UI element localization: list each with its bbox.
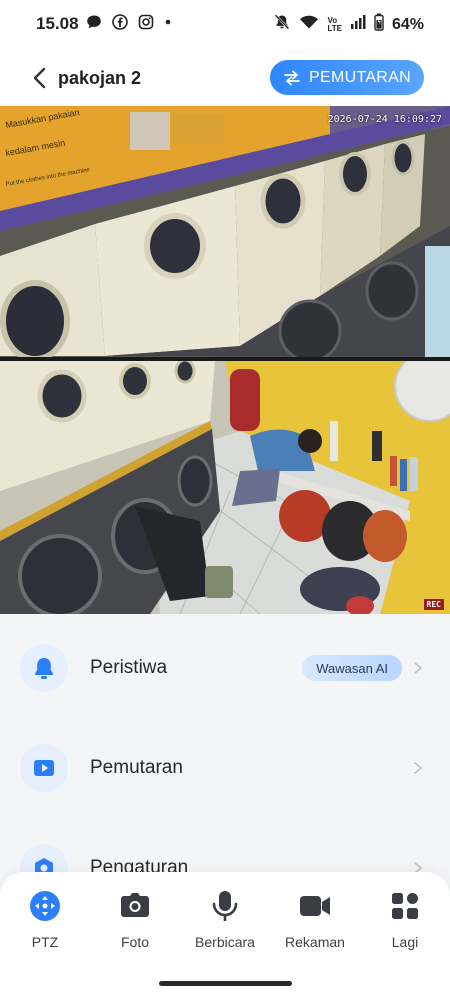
- camera-1-scene: Masukkan pakaian kedalam mesin Put the c…: [0, 106, 450, 357]
- ptz-icon: [27, 888, 63, 924]
- wifi-icon: [299, 14, 319, 35]
- bottom-toolbar: PTZ Foto Berbicara Rekaman Lagi: [0, 872, 450, 1000]
- chevron-right-icon: [414, 662, 422, 674]
- home-indicator[interactable]: [159, 981, 292, 986]
- live-video-view[interactable]: Masukkan pakaian kedalam mesin Put the c…: [0, 106, 450, 614]
- camera-icon: [117, 888, 153, 924]
- menu-label-pemutaran: Pemutaran: [90, 757, 183, 778]
- playback-button[interactable]: PEMUTARAN: [270, 60, 424, 95]
- settings-icon: [35, 858, 53, 872]
- battery-percent: 64%: [391, 15, 424, 33]
- chat-notification-icon: [86, 14, 102, 35]
- toolbar-berbicara[interactable]: Berbicara: [185, 888, 265, 950]
- chevron-right-icon: [414, 762, 422, 774]
- swap-arrows-icon: [284, 70, 300, 85]
- more-grid-icon: [387, 888, 423, 924]
- ai-insight-badge[interactable]: Wawasan AI: [302, 655, 402, 681]
- signal-icon: [350, 14, 366, 35]
- toolbar-lagi[interactable]: Lagi: [365, 888, 445, 950]
- toolbar-label-foto: Foto: [120, 934, 149, 950]
- status-time: 15.08: [36, 14, 79, 33]
- menu-label-pengaturan: Pengaturan: [90, 857, 189, 872]
- menu-icon-bg: [20, 844, 68, 872]
- chevron-right-icon: [414, 862, 422, 872]
- camera-feed-2[interactable]: REC: [0, 361, 450, 614]
- menu-item-pemutaran[interactable]: Pemutaran: [0, 733, 450, 803]
- camera-feed-1[interactable]: Masukkan pakaian kedalam mesin Put the c…: [0, 106, 450, 357]
- microphone-icon: [207, 888, 243, 924]
- camera-timestamp: 2026-07-24 16:09:27: [327, 114, 442, 125]
- app-header: pakojan 2 PEMUTARAN: [0, 48, 450, 106]
- toolbar-rekaman[interactable]: Rekaman: [275, 888, 355, 950]
- battery-icon: [374, 13, 384, 36]
- toolbar-label-ptz: PTZ: [31, 934, 59, 950]
- menu-item-pengaturan[interactable]: Pengaturan: [0, 833, 450, 872]
- play-icon: [34, 760, 54, 776]
- instagram-icon: [138, 14, 154, 35]
- menu-label-peristiwa: Peristiwa: [90, 657, 168, 678]
- camera-2-scene: [0, 361, 450, 614]
- mute-icon: [273, 13, 291, 36]
- menu-item-peristiwa[interactable]: Peristiwa Wawasan AI: [0, 633, 450, 703]
- menu-icon-bg: [20, 744, 68, 792]
- toolbar-label-lagi: Lagi: [391, 934, 419, 950]
- toolbar-ptz[interactable]: PTZ: [5, 888, 85, 950]
- status-right-icons: Vo LTE 64%: [273, 13, 424, 36]
- toolbar-foto[interactable]: Foto: [95, 888, 175, 950]
- page-title: pakojan 2: [58, 68, 142, 88]
- toolbar-label-rekaman: Rekaman: [285, 934, 345, 950]
- video-record-icon: [297, 888, 333, 924]
- menu-icon-bg: [20, 644, 68, 692]
- back-button[interactable]: [26, 64, 52, 92]
- toolbar-label-berbicara: Berbicara: [195, 934, 255, 950]
- menu-list: Peristiwa Wawasan AI Pemutaran Pengatura…: [0, 614, 450, 872]
- status-left-icons: [86, 14, 172, 35]
- playback-button-label: PEMUTARAN: [309, 68, 411, 86]
- bell-icon: [35, 658, 53, 679]
- status-bar: 15.08 Vo LTE 64%: [0, 0, 450, 48]
- volte-icon: Vo LTE: [327, 15, 342, 33]
- facebook-icon: [112, 14, 128, 35]
- chevron-left-icon: [33, 67, 46, 89]
- dot-icon: [164, 14, 172, 35]
- rec-badge: REC: [423, 599, 444, 610]
